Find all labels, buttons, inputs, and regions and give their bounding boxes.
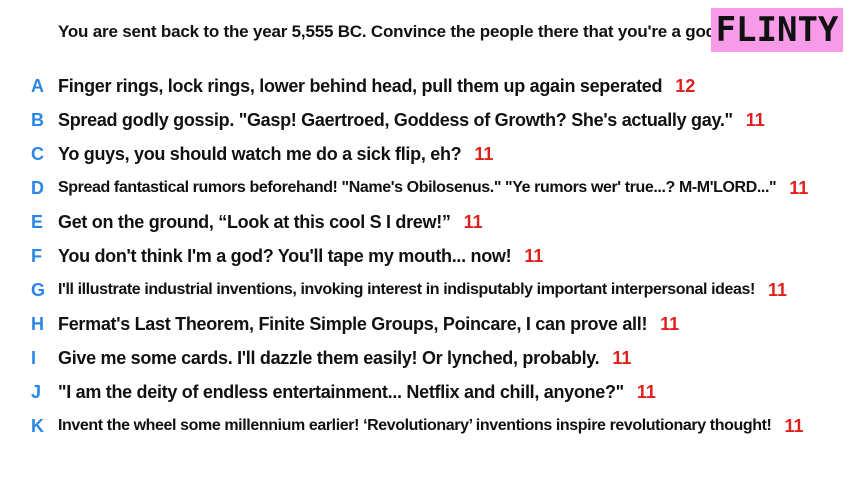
answer-letter: E [31, 211, 44, 232]
answer-score: 11 [784, 415, 804, 436]
answer-text: You don't think I'm a god? You'll tape m… [58, 245, 512, 266]
question-prompt: You are sent back to the year 5,555 BC. … [58, 22, 721, 41]
answer-score: 11 [612, 347, 632, 368]
answer-score: 11 [745, 109, 765, 130]
answer-score: 11 [524, 245, 544, 266]
answer-score: 11 [767, 279, 787, 300]
answer-text: Spread fantastical rumors beforehand! "N… [58, 179, 777, 196]
answer-row[interactable]: C Yo guys, you should watch me do a sick… [0, 137, 853, 171]
answer-row[interactable]: A Finger rings, lock rings, lower behind… [0, 69, 853, 103]
answer-letter: A [31, 75, 44, 96]
answer-score: 11 [474, 143, 494, 164]
answer-row[interactable]: K Invent the wheel some millennium earli… [0, 409, 853, 443]
answer-score: 11 [636, 381, 656, 402]
answer-letter: K [31, 415, 44, 436]
answer-letter: D [31, 177, 44, 198]
answer-text: Yo guys, you should watch me do a sick f… [58, 143, 462, 164]
answer-score: 11 [463, 211, 483, 232]
answer-row[interactable]: D Spread fantastical rumors beforehand! … [0, 171, 853, 205]
answer-text: Spread godly gossip. "Gasp! Gaertroed, G… [58, 109, 733, 130]
player-badge: FLINTY [711, 8, 843, 52]
answer-letter: J [31, 381, 42, 402]
answer-text: Give me some cards. I'll dazzle them eas… [58, 347, 600, 368]
answer-text: "I am the deity of endless entertainment… [58, 381, 624, 402]
answer-score: 11 [660, 313, 680, 334]
answer-score: 12 [675, 75, 696, 96]
answer-letter: B [31, 109, 44, 130]
answer-list: A Finger rings, lock rings, lower behind… [0, 69, 853, 443]
answer-letter: I [31, 347, 37, 368]
answer-text: Finger rings, lock rings, lower behind h… [58, 75, 663, 96]
answer-row[interactable]: E Get on the ground, “Look at this cool … [0, 205, 853, 239]
answer-text: Invent the wheel some millennium earlier… [58, 417, 772, 434]
answer-text: Get on the ground, “Look at this cool S … [58, 211, 451, 232]
answer-row[interactable]: G I'll illustrate industrial inventions,… [0, 273, 853, 307]
answer-row[interactable]: B Spread godly gossip. "Gasp! Gaertroed,… [0, 103, 853, 137]
answer-letter: F [31, 245, 42, 266]
answer-text: Fermat's Last Theorem, Finite Simple Gro… [58, 313, 648, 334]
answer-row[interactable]: F You don't think I'm a god? You'll tape… [0, 239, 853, 273]
answer-letter: G [31, 279, 46, 300]
answer-row[interactable]: I Give me some cards. I'll dazzle them e… [0, 341, 853, 375]
answer-score: 11 [789, 177, 809, 198]
answer-text: I'll illustrate industrial inventions, i… [58, 281, 755, 298]
answer-row[interactable]: H Fermat's Last Theorem, Finite Simple G… [0, 307, 853, 341]
answer-letter: H [31, 313, 44, 334]
player-name: FLINTY [715, 10, 839, 50]
answer-row[interactable]: J "I am the deity of endless entertainme… [0, 375, 853, 409]
answer-letter: C [31, 143, 44, 164]
